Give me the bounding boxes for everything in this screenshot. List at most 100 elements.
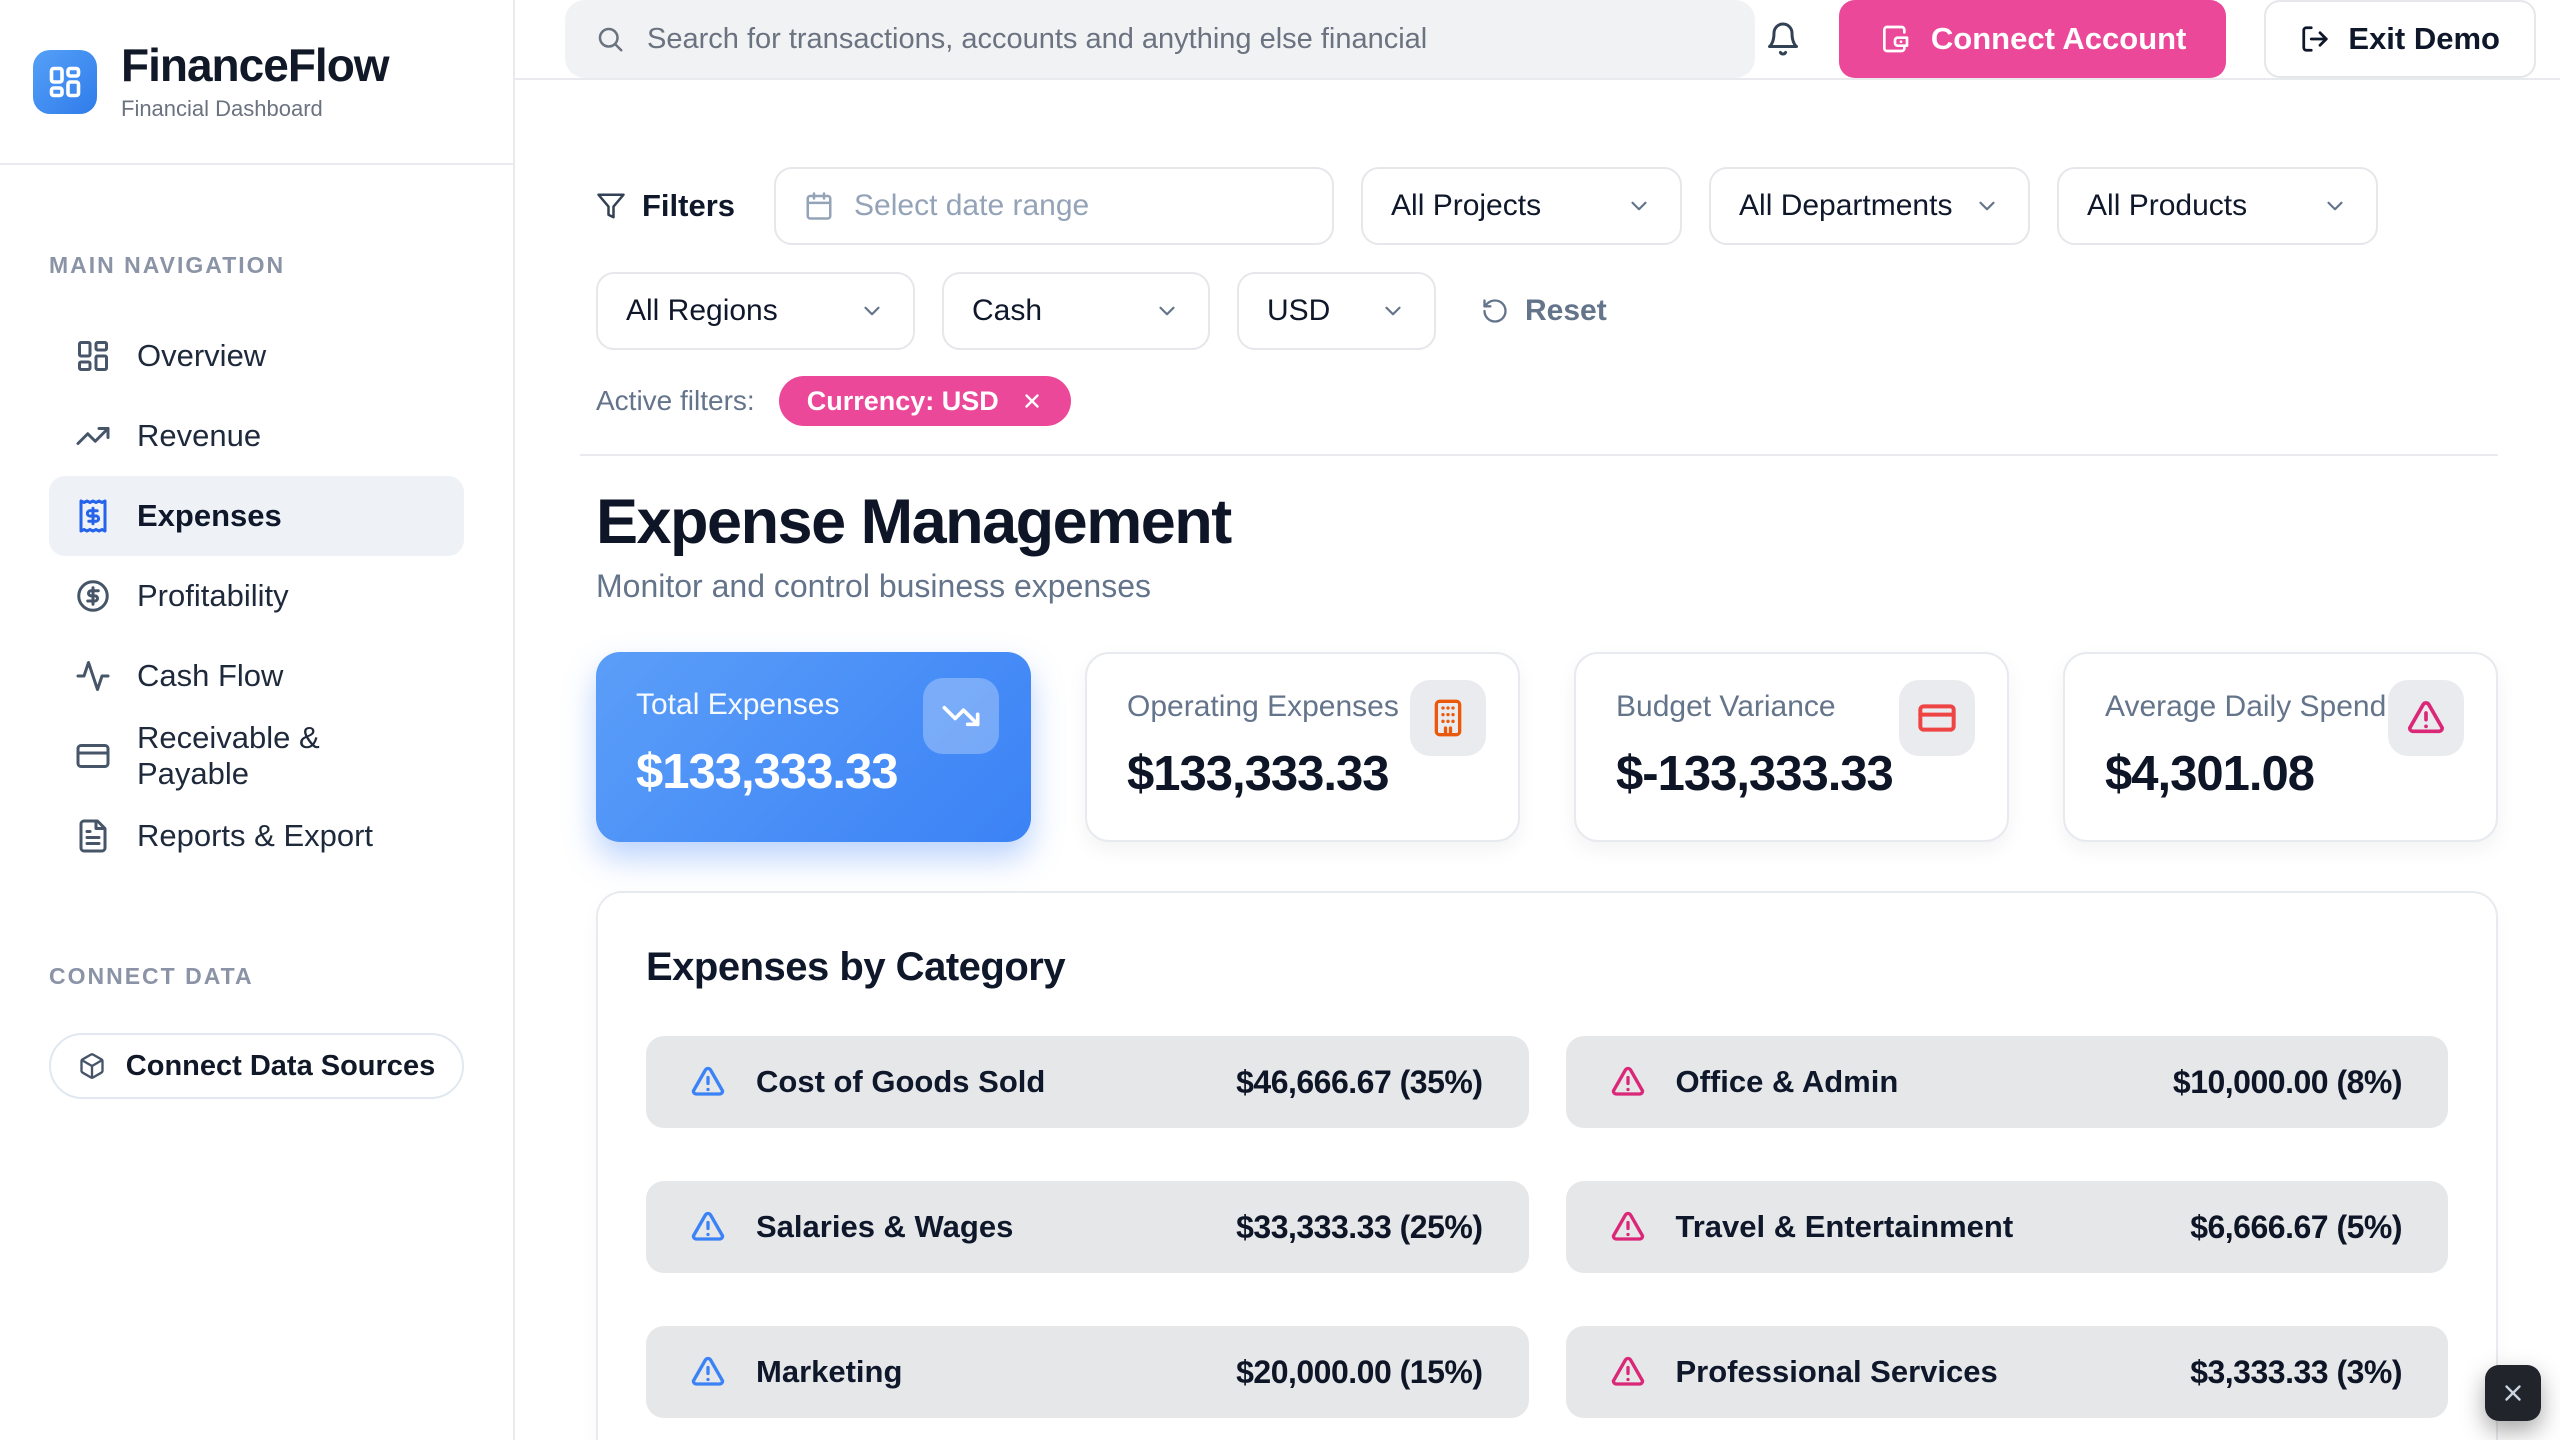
brand-name: FinanceFlow: [121, 41, 389, 89]
layout-dashboard-icon: [75, 338, 111, 374]
panel-title: Expenses by Category: [646, 945, 2448, 990]
sidebar-item-label: Overview: [137, 338, 266, 374]
active-filter-chip-label: Currency: USD: [807, 386, 999, 417]
date-range-placeholder: Select date range: [854, 189, 1089, 223]
sidebar-item-label: Reports & Export: [137, 818, 373, 854]
receipt-icon: [75, 498, 111, 534]
stat-card-average-daily-spend[interactable]: Average Daily Spend $4,301.08: [2063, 652, 2498, 842]
close-overlay-button[interactable]: [2485, 1365, 2541, 1421]
category-row-office-admin: Office & Admin $10,000.00 (8%): [1566, 1036, 2449, 1128]
sidebar-item-label: Cash Flow: [137, 658, 283, 694]
sidebar-item-profitability[interactable]: Profitability: [49, 556, 464, 636]
chevron-down-icon: [1626, 193, 1652, 219]
alert-triangle-icon: [690, 1064, 726, 1100]
alert-triangle-icon: [1610, 1064, 1646, 1100]
main-navigation: MAIN NAVIGATION Overview Revenue Expense…: [0, 252, 513, 1099]
alert-triangle-icon: [1610, 1354, 1646, 1390]
date-range-picker[interactable]: Select date range: [774, 167, 1334, 245]
filters-title: Filters: [596, 188, 735, 224]
sidebar-item-revenue[interactable]: Revenue: [49, 396, 464, 476]
sidebar-item-receivable-payable[interactable]: Receivable & Payable: [49, 716, 464, 796]
stat-card-operating-expenses[interactable]: Operating Expenses $133,333.33: [1085, 652, 1520, 842]
chevron-down-icon: [2322, 193, 2348, 219]
remove-filter-icon[interactable]: [1021, 390, 1043, 412]
active-filters-label: Active filters:: [596, 385, 755, 417]
filters-row-2: All Regions Cash USD Reset: [596, 272, 2498, 350]
exit-demo-button[interactable]: Exit Demo: [2264, 0, 2536, 78]
connect-data-sources-label: Connect Data Sources: [126, 1050, 435, 1083]
brand-block: FinanceFlow Financial Dashboard: [0, 0, 513, 165]
trending-up-icon: [75, 418, 111, 454]
payment-method-select[interactable]: Cash: [942, 272, 1210, 350]
category-row-salaries-wages: Salaries & Wages $33,333.33 (25%): [646, 1181, 1529, 1273]
topbar: Connect Account Exit Demo: [515, 0, 2560, 80]
products-select[interactable]: All Products: [2057, 167, 2378, 245]
category-row-marketing: Marketing $20,000.00 (15%): [646, 1326, 1529, 1418]
regions-select[interactable]: All Regions: [596, 272, 915, 350]
alert-triangle-icon: [690, 1209, 726, 1245]
stat-card-total-expenses[interactable]: Total Expenses $133,333.33: [596, 652, 1031, 842]
alert-triangle-icon: [690, 1354, 726, 1390]
stat-cards-row: Total Expenses $133,333.33 Operating Exp…: [596, 652, 2498, 842]
main-area: Connect Account Exit Demo Filters Select…: [515, 0, 2560, 1440]
circle-dollar-icon: [75, 578, 111, 614]
category-grid: Cost of Goods Sold $46,666.67 (35%) Offi…: [646, 1036, 2448, 1418]
expenses-by-category-panel: Expenses by Category Cost of Goods Sold …: [596, 891, 2498, 1440]
notifications-button[interactable]: [1765, 21, 1801, 57]
sidebar: FinanceFlow Financial Dashboard MAIN NAV…: [0, 0, 515, 1440]
category-row-travel-entertainment: Travel & Entertainment $6,666.67 (5%): [1566, 1181, 2449, 1273]
connect-account-label: Connect Account: [1931, 21, 2186, 57]
box-icon: [78, 1052, 106, 1080]
log-out-icon: [2300, 24, 2330, 54]
rotate-ccw-icon: [1481, 297, 1509, 325]
reset-filters-button[interactable]: Reset: [1481, 294, 1607, 328]
sidebar-item-overview[interactable]: Overview: [49, 316, 464, 396]
nav-section-label: MAIN NAVIGATION: [49, 252, 464, 279]
active-filter-chip[interactable]: Currency: USD: [779, 376, 1071, 426]
chevron-down-icon: [1974, 193, 2000, 219]
sidebar-item-cash-flow[interactable]: Cash Flow: [49, 636, 464, 716]
sidebar-item-label: Revenue: [137, 418, 261, 454]
sidebar-item-expenses[interactable]: Expenses: [49, 476, 464, 556]
alert-triangle-icon: [1610, 1209, 1646, 1245]
bell-icon: [1765, 21, 1801, 57]
category-row-professional-services: Professional Services $3,333.33 (3%): [1566, 1326, 2449, 1418]
chevron-down-icon: [1154, 298, 1180, 324]
projects-select[interactable]: All Projects: [1361, 167, 1682, 245]
file-text-icon: [75, 818, 111, 854]
chevron-down-icon: [1380, 298, 1406, 324]
credit-card-icon: [1917, 698, 1957, 738]
connect-data-section-label: CONNECT DATA: [49, 963, 464, 990]
building-icon: [1428, 698, 1468, 738]
close-icon: [2500, 1380, 2526, 1406]
sidebar-item-label: Profitability: [137, 578, 289, 614]
app-root: FinanceFlow Financial Dashboard MAIN NAV…: [0, 0, 2560, 1440]
chevron-down-icon: [859, 298, 885, 324]
section-divider: [580, 454, 2498, 456]
sidebar-item-label: Receivable & Payable: [137, 720, 438, 792]
filters-row-1: Filters Select date range All Projects A…: [596, 167, 2498, 245]
search-input[interactable]: [647, 23, 1725, 56]
trending-down-icon: [941, 696, 981, 736]
credit-card-icon: [75, 738, 111, 774]
brand-subtitle: Financial Dashboard: [121, 96, 389, 122]
category-row-cost-of-goods-sold: Cost of Goods Sold $46,666.67 (35%): [646, 1036, 1529, 1128]
sidebar-item-label: Expenses: [137, 498, 282, 534]
connect-account-button[interactable]: Connect Account: [1839, 0, 2226, 78]
search-icon: [595, 24, 625, 54]
wallet-icon: [1879, 23, 1911, 55]
page-title: Expense Management: [596, 486, 2498, 558]
calendar-icon: [804, 191, 834, 221]
brand-logo-icon: [33, 50, 97, 114]
currency-select[interactable]: USD: [1237, 272, 1436, 350]
exit-demo-label: Exit Demo: [2348, 21, 2500, 57]
active-filters-row: Active filters: Currency: USD: [596, 376, 2498, 426]
sidebar-item-reports-export[interactable]: Reports & Export: [49, 796, 464, 876]
page-subtitle: Monitor and control business expenses: [596, 568, 2498, 605]
departments-select[interactable]: All Departments: [1709, 167, 2030, 245]
alert-triangle-icon: [2406, 698, 2446, 738]
filter-funnel-icon: [596, 191, 626, 221]
activity-icon: [75, 658, 111, 694]
connect-data-sources-button[interactable]: Connect Data Sources: [49, 1033, 464, 1099]
stat-card-budget-variance[interactable]: Budget Variance $-133,333.33: [1574, 652, 2009, 842]
